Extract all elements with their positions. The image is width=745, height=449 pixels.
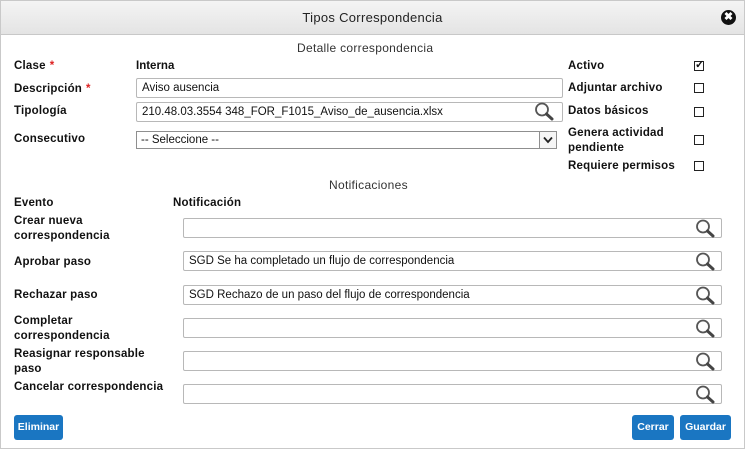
consecutivo-select[interactable]: -- Seleccione -- [136,131,557,149]
required-mark: * [86,83,91,95]
event-label: Rechazar paso [14,289,98,301]
chevron-down-icon[interactable] [539,132,556,148]
event-label: Completar correspondencia [14,315,110,342]
search-icon[interactable] [693,384,717,404]
option-activo-checkbox[interactable] [694,58,704,71]
cerrar-button[interactable]: Cerrar [632,415,674,440]
search-icon[interactable] [693,351,717,371]
eliminar-button[interactable]: Eliminar [14,415,63,440]
notificaciones-section-title: Notificaciones [329,178,408,192]
notification-input[interactable]: SGD Rechazo de un paso del flujo de corr… [183,285,722,305]
tipologia-input[interactable]: 210.48.03.3554 348_FOR_F1015_Aviso_de_au… [136,102,563,122]
search-icon[interactable] [693,318,717,338]
clase-label: Clase * [14,60,54,72]
event-label: Cancelar correspondencia [14,381,164,393]
option-datos-basicos-label: Datos básicos [568,105,649,117]
option-activo-label: Activo [568,60,605,72]
col-notificacion-header: Notificación [173,197,242,209]
close-icon[interactable]: ✖ [721,10,736,25]
descripcion-label: Descripción * [14,83,91,95]
event-label: Reasignar responsable paso [14,348,145,375]
dialog-titlebar: Tipos Correspondencia ✖ [1,1,744,35]
option-datos-basicos-checkbox[interactable] [694,107,704,117]
option-requiere-permisos-label: Requiere permisos [568,160,675,172]
notification-input[interactable] [183,351,722,371]
option-genera-actividad-checkbox[interactable] [694,135,704,145]
option-adjuntar-label: Adjuntar archivo [568,82,663,94]
tipologia-label: Tipología [14,105,67,117]
event-label: Aprobar paso [14,256,92,268]
clase-value: Interna [136,60,175,72]
option-genera-actividad-label: Genera actividad pendiente [568,127,664,154]
notification-input[interactable] [183,384,722,404]
descripcion-input[interactable]: Aviso ausencia [136,78,563,98]
notification-input[interactable]: SGD Se ha completado un flujo de corresp… [183,251,722,271]
search-icon[interactable] [693,251,717,271]
notification-input[interactable] [183,318,722,338]
event-label: Crear nueva correspondencia [14,215,110,242]
tipologia-value: 210.48.03.3554 348_FOR_F1015_Aviso_de_au… [142,106,443,118]
option-requiere-permisos-checkbox[interactable] [694,161,704,171]
consecutivo-label: Consecutivo [14,133,86,145]
tipos-correspondencia-dialog: Tipos Correspondencia ✖ Detalle correspo… [0,0,745,449]
col-evento-header: Evento [14,197,54,209]
search-icon[interactable] [693,218,717,238]
guardar-button[interactable]: Guardar [680,415,731,440]
option-adjuntar-checkbox[interactable] [694,83,704,93]
clase-label-text: Clase [14,60,46,72]
required-mark: * [49,60,55,72]
search-icon[interactable] [693,285,717,305]
tipologia-search-icon[interactable] [532,101,556,121]
detalle-section-title: Detalle correspondencia [297,41,434,55]
consecutivo-selected: -- Seleccione -- [141,134,219,146]
descripcion-label-text: Descripción [14,83,83,95]
notification-input[interactable] [183,218,722,238]
dialog-title: Tipos Correspondencia [302,10,443,25]
